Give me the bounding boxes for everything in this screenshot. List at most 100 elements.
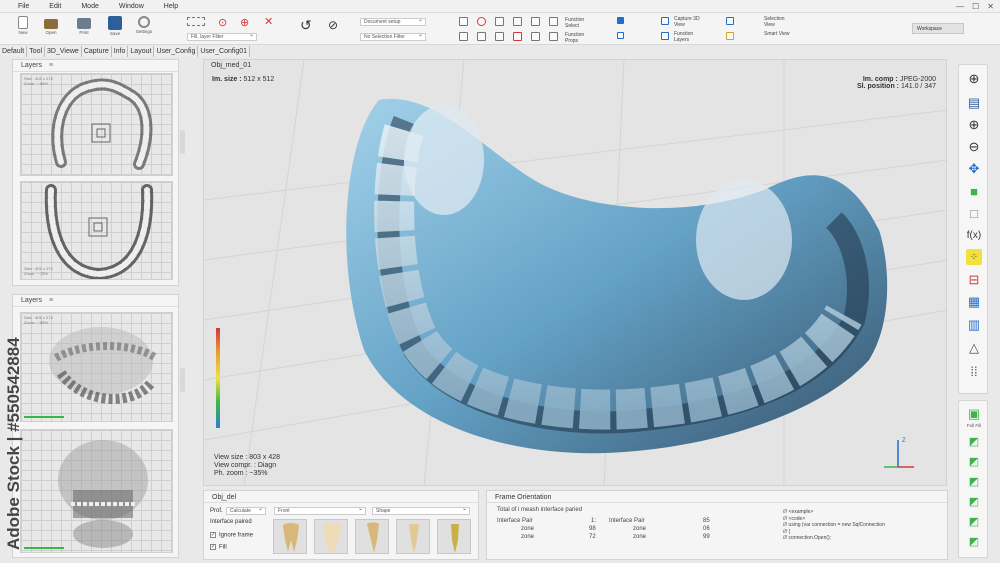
function-select-label[interactable]: Function Select: [565, 17, 597, 29]
fill-cube-icon[interactable]: ◩: [966, 493, 982, 509]
marquee-select-icon[interactable]: [187, 17, 205, 26]
capture-3d-icon[interactable]: [661, 17, 669, 25]
cone-icon[interactable]: △: [966, 340, 982, 356]
open-button[interactable]: Open: [38, 16, 64, 35]
measure-icon[interactable]: [531, 32, 540, 41]
crosshair-icon[interactable]: ⊕: [240, 16, 249, 29]
maximize-icon[interactable]: ☐: [972, 2, 979, 11]
zoom-out-icon[interactable]: ⊖: [966, 139, 982, 155]
checkbox[interactable]: ✓: [210, 532, 216, 538]
save-button[interactable]: Save: [102, 16, 128, 36]
axis-gizmo[interactable]: Z: [878, 432, 918, 472]
capture-3d-label[interactable]: Capture 3D View: [674, 16, 706, 28]
undo-icon[interactable]: ↺: [300, 17, 312, 34]
circle-frame-icon[interactable]: [531, 17, 540, 26]
settings-button[interactable]: Settings: [131, 16, 157, 34]
tab-3d-viewer[interactable]: 3D_Viewe: [45, 46, 82, 57]
close-icon[interactable]: ✕: [987, 2, 994, 11]
panel-resize-handle[interactable]: [180, 368, 185, 392]
function-layers-icon[interactable]: [661, 32, 669, 40]
ruler-icon[interactable]: ⊟: [966, 272, 982, 288]
smart-view-icon[interactable]: [726, 32, 734, 40]
layer-thumbnail-skull-front[interactable]: [20, 429, 173, 553]
right-toolbar: ⊕ ▤ ⊕ ⊖ ✥ ■ □ f(x) ⁘ ⊟ ▦ ▥ △ ⁞⁞: [958, 64, 988, 394]
selection-view-icon[interactable]: [726, 17, 734, 25]
ignore-frame-option[interactable]: ✓ Ignore frame: [210, 532, 253, 539]
fill-cube-icon[interactable]: ◩: [966, 533, 982, 549]
tooth-thumbnail[interactable]: [314, 519, 348, 554]
function-layers-label[interactable]: Function Layers: [674, 31, 706, 43]
panel-icon[interactable]: ▥: [966, 317, 982, 333]
wireframe-cube-icon[interactable]: □: [966, 205, 982, 221]
tab-user-config[interactable]: User_Config: [154, 46, 199, 57]
tab-layout[interactable]: Layout: [128, 46, 155, 57]
fill-cube-icon[interactable]: ◩: [966, 453, 982, 469]
rotate-tool-icon[interactable]: [477, 17, 486, 26]
fill-cube-icon[interactable]: ◩: [966, 433, 982, 449]
cube-icon[interactable]: ■: [966, 183, 982, 199]
nodes-icon[interactable]: [617, 32, 624, 39]
tab-default[interactable]: Default: [0, 46, 28, 57]
menu-window[interactable]: Window: [119, 3, 144, 10]
layer-filter-select[interactable]: Fill, layer Filter: [187, 32, 257, 41]
box-tool-icon[interactable]: [549, 32, 558, 41]
tab-user-config01[interactable]: User_Config01: [198, 46, 251, 57]
layout-icon[interactable]: ▤: [966, 95, 982, 111]
fill-cube-icon[interactable]: ◩: [966, 513, 982, 529]
minimize-icon[interactable]: —: [956, 2, 964, 11]
checkbox[interactable]: ✓: [210, 544, 216, 550]
move-icon[interactable]: ✥: [966, 161, 982, 177]
select-region-icon[interactable]: [513, 32, 522, 41]
grid-frame-icon[interactable]: [549, 17, 558, 26]
tab-capture[interactable]: Capture: [81, 46, 112, 57]
tooth-thumbnail[interactable]: [437, 519, 471, 554]
zoom-tool-icon[interactable]: [459, 17, 468, 26]
shape-select[interactable]: Shape: [372, 506, 470, 515]
cancel-icon[interactable]: ⊘: [328, 18, 338, 32]
tooth-thumbnail[interactable]: [396, 519, 430, 554]
line-tool-icon[interactable]: [459, 32, 468, 41]
tooth-thumbnail[interactable]: [273, 519, 307, 554]
capture-icon[interactable]: [617, 17, 624, 24]
workspace-button[interactable]: Workspace: [912, 23, 964, 34]
zoom-in-icon[interactable]: ⊕: [966, 117, 982, 133]
fill-option[interactable]: ✓ Fill: [210, 544, 227, 551]
panel-resize-handle[interactable]: [180, 130, 185, 154]
layer-thumbnail-lower-jaw[interactable]: Size : 401 x 274 Zoom : ~78%: [20, 181, 173, 280]
points-icon[interactable]: ⁘: [966, 249, 982, 265]
print-button[interactable]: Print: [71, 16, 97, 35]
menu-mode[interactable]: Mode: [81, 3, 99, 10]
layer-thumbnail-skull-side[interactable]: Size : 401 x 274 Zoom : ~85%: [20, 312, 173, 422]
function-props-label[interactable]: Function Props: [565, 32, 597, 44]
selection-filter-select[interactable]: No Selection Filter: [360, 32, 426, 41]
fill-cube-icon[interactable]: ◩: [966, 473, 982, 489]
layer-thumbnail-upper-jaw[interactable]: Size : 401 x 274 Zoom : ~85%: [20, 73, 173, 176]
prof-select[interactable]: Calculate: [226, 506, 266, 515]
selection-view-label[interactable]: Selection View: [764, 16, 794, 28]
smart-view-label[interactable]: Smart View: [764, 31, 794, 37]
3d-viewport[interactable]: Obj_med_01 Im. size : 512 x 512 Im. comp…: [203, 59, 947, 486]
gear-icon: [138, 16, 150, 28]
menu-file[interactable]: File: [18, 3, 29, 10]
full-fill-icon[interactable]: ▣: [966, 406, 982, 422]
scatter-icon[interactable]: ✕: [264, 15, 273, 28]
menu-edit[interactable]: Edit: [49, 3, 61, 10]
new-button[interactable]: New: [10, 16, 36, 35]
tab-tool[interactable]: Tool: [27, 46, 46, 57]
tooth-thumbnail[interactable]: [355, 519, 389, 554]
dots-grid-icon[interactable]: ⁞⁞: [966, 363, 982, 379]
menu-icon[interactable]: ≡: [49, 60, 53, 72]
front-select[interactable]: Front: [274, 506, 366, 515]
shape-tool-icon[interactable]: [495, 17, 504, 26]
tab-info[interactable]: Info: [111, 46, 129, 57]
target-icon[interactable]: ⊙: [218, 16, 227, 29]
menu-icon[interactable]: ≡: [49, 295, 53, 307]
brush-tool-icon[interactable]: [495, 32, 504, 41]
square-tool-icon[interactable]: [513, 17, 522, 26]
function-icon[interactable]: f(x): [966, 227, 982, 243]
pen-tool-icon[interactable]: [477, 32, 486, 41]
document-setup-select[interactable]: Document setup: [360, 17, 426, 26]
crosshair-icon[interactable]: ⊕: [966, 71, 982, 87]
menu-help[interactable]: Help: [164, 3, 178, 10]
grid-icon[interactable]: ▦: [966, 294, 982, 310]
